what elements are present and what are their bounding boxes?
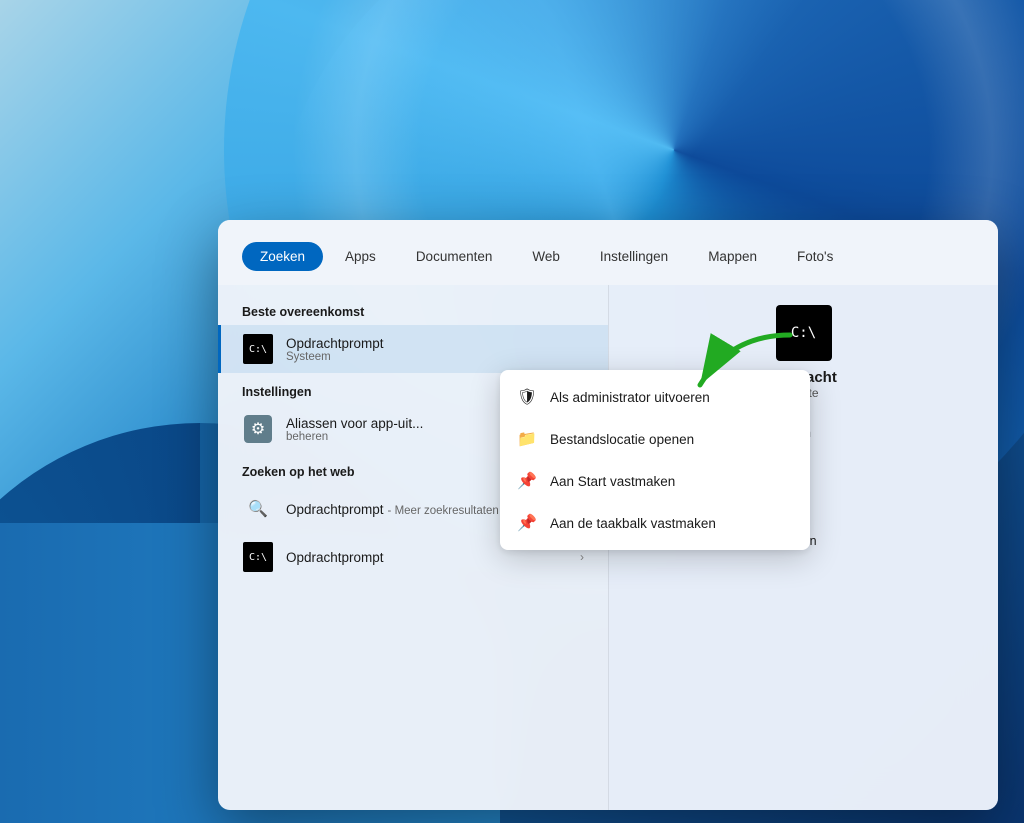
context-pin-icon-0: 📌 (516, 470, 538, 492)
cmd-glyph-1: C:\ (243, 542, 273, 572)
search-glyph-0: 🔍 (244, 495, 272, 523)
tab-fotos[interactable]: Foto's (779, 242, 851, 271)
settings-app-icon: ⚙ (244, 415, 272, 443)
web-item-1-chevron: › (580, 550, 584, 564)
best-match-title: Opdrachtprompt (286, 336, 584, 351)
settings-icon: ⚙ (242, 413, 274, 445)
context-item-0-label: Als administrator uitvoeren (550, 390, 710, 405)
context-pin-icon-1: 📌 (516, 512, 538, 534)
best-match-label: Beste overeenkomst (218, 293, 608, 325)
tab-instellingen[interactable]: Instellingen (582, 242, 686, 271)
right-app-icon: C:\ (776, 305, 832, 361)
web-item-0-title: Opdrachtprompt (286, 502, 384, 517)
context-folder-icon: 📁 (516, 428, 538, 450)
context-shield-icon: 🛡 (516, 386, 538, 408)
search-tabs: Zoeken Apps Documenten Web Instellingen … (218, 220, 998, 285)
context-item-3[interactable]: 📌 Aan de taakbalk vastmaken (500, 502, 810, 544)
cmd-app-icon: C:\ (243, 334, 273, 364)
web-search-icon-0: 🔍 (242, 493, 274, 525)
web-item-1-title: Opdrachtprompt (286, 550, 580, 565)
tab-zoeken[interactable]: Zoeken (242, 242, 323, 271)
tab-apps[interactable]: Apps (327, 242, 394, 271)
best-match-subtitle: Systeem (286, 351, 584, 363)
context-item-1[interactable]: 📁 Bestandslocatie openen (500, 418, 810, 460)
cmd-icon: C:\ (242, 333, 274, 365)
context-item-0[interactable]: 🛡 Als administrator uitvoeren (500, 376, 810, 418)
tab-mappen[interactable]: Mappen (690, 242, 775, 271)
web-cmd-icon-1: C:\ (242, 541, 274, 573)
context-item-3-label: Aan de taakbalk vastmaken (550, 516, 716, 531)
best-match-text: Opdrachtprompt Systeem (286, 336, 584, 363)
context-menu: 🛡 Als administrator uitvoeren 📁 Bestands… (500, 370, 810, 550)
settings-item-title: Aliassen voor app-uit... (286, 416, 466, 431)
tab-web[interactable]: Web (514, 242, 578, 271)
context-item-2-label: Aan Start vastmaken (550, 474, 675, 489)
web-item-1-text: Opdrachtprompt (286, 550, 580, 565)
context-item-2[interactable]: 📌 Aan Start vastmaken (500, 460, 810, 502)
context-item-1-label: Bestandslocatie openen (550, 432, 694, 447)
best-match-item[interactable]: C:\ Opdrachtprompt Systeem (218, 325, 608, 373)
tab-documenten[interactable]: Documenten (398, 242, 511, 271)
